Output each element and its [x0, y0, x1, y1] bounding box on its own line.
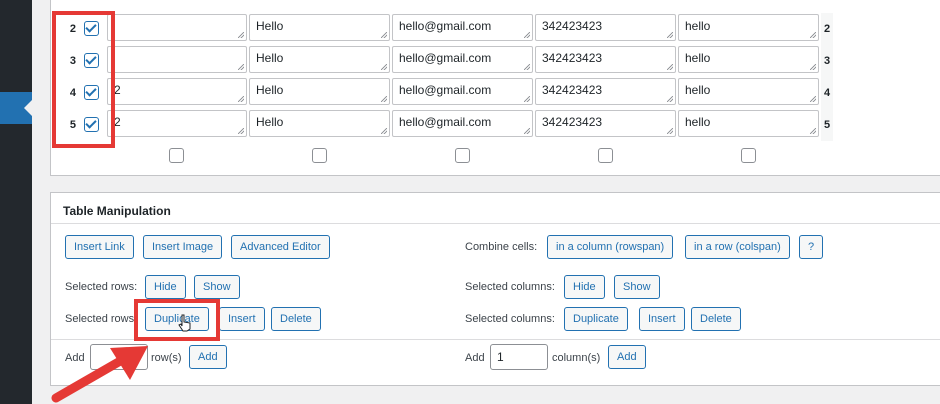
table-row: 2 Hello hello@gmail.com 342423423 hello … [51, 13, 940, 45]
table-editor: 2 Hello hello@gmail.com 342423423 hello … [50, 0, 940, 176]
table-cell[interactable]: Hello [249, 110, 390, 137]
table-cell[interactable]: Hello [249, 14, 390, 41]
table-cell[interactable] [107, 46, 247, 73]
panel-title: Table Manipulation [63, 204, 171, 218]
table-row: 3 Hello hello@gmail.com 342423423 hello … [51, 45, 940, 77]
add-rows-button[interactable]: Add [189, 345, 227, 369]
row-number-right: 2 [821, 13, 833, 45]
sidebar-active-arrow [24, 100, 32, 116]
table-cell[interactable]: 342423423 [535, 46, 676, 73]
highlight-selected-rows [52, 11, 115, 148]
combine-rowspan-button[interactable]: in a column (rowspan) [547, 235, 674, 259]
table-manipulation-panel: Table Manipulation Insert Link Insert Im… [50, 192, 940, 386]
row-number-right: 3 [821, 45, 833, 77]
combine-cells-label: Combine cells: [465, 241, 538, 253]
advanced-editor-button[interactable]: Advanced Editor [231, 235, 330, 259]
table-cell[interactable]: hello@gmail.com [392, 46, 533, 73]
column-select-checkbox[interactable] [169, 148, 184, 163]
admin-sidebar [0, 0, 32, 404]
hide-rows-button[interactable]: Hide [145, 275, 186, 299]
hide-columns-button[interactable]: Hide [564, 275, 605, 299]
table-cell[interactable]: hello@gmail.com [392, 110, 533, 137]
table-cell[interactable]: 2 [107, 110, 247, 137]
table-cell[interactable]: hello [678, 78, 819, 105]
columns-suffix-label: column(s) [552, 352, 601, 364]
show-columns-button[interactable]: Show [614, 275, 660, 299]
add-columns-label: Add [465, 352, 485, 364]
selected-rows-label: Selected rows: [65, 281, 138, 293]
row-number-right: 4 [821, 77, 833, 109]
combine-colspan-button[interactable]: in a row (colspan) [685, 235, 790, 259]
table-cell[interactable]: Hello [249, 78, 390, 105]
selected-rows-label: Selected rows [65, 313, 135, 325]
table-cell[interactable]: hello@gmail.com [392, 78, 533, 105]
insert-rows-button[interactable]: Insert [219, 307, 265, 331]
insert-link-button[interactable]: Insert Link [65, 235, 134, 259]
highlight-duplicate-button [134, 299, 220, 341]
hand-cursor-icon [178, 314, 191, 332]
table-row: 5 2 Hello hello@gmail.com 342423423 hell… [51, 109, 940, 141]
table-cell[interactable]: hello [678, 14, 819, 41]
table-cell[interactable]: Hello [249, 46, 390, 73]
delete-columns-button[interactable]: Delete [691, 307, 741, 331]
delete-rows-button[interactable]: Delete [271, 307, 321, 331]
table-cell[interactable] [107, 14, 247, 41]
divider [51, 223, 940, 224]
column-select-checkbox[interactable] [598, 148, 613, 163]
add-columns-count-input[interactable]: 1 [490, 344, 548, 370]
column-select-checkbox[interactable] [741, 148, 756, 163]
help-button[interactable]: ? [799, 235, 823, 259]
selected-columns-label: Selected columns: [465, 281, 555, 293]
table-cell[interactable]: hello [678, 110, 819, 137]
row-number-right: 5 [821, 109, 833, 141]
add-columns-button[interactable]: Add [608, 345, 646, 369]
selected-columns-label: Selected columns: [465, 313, 555, 325]
show-rows-button[interactable]: Show [194, 275, 240, 299]
table-row: 4 2 Hello hello@gmail.com 342423423 hell… [51, 77, 940, 109]
annotation-arrow-icon [51, 346, 148, 403]
duplicate-columns-button[interactable]: Duplicate [564, 307, 628, 331]
table-cell[interactable]: 342423423 [535, 14, 676, 41]
table-cell[interactable]: hello@gmail.com [392, 14, 533, 41]
column-select-checkbox[interactable] [455, 148, 470, 163]
insert-columns-button[interactable]: Insert [639, 307, 685, 331]
table-cell[interactable]: 2 [107, 78, 247, 105]
table-cell[interactable]: 342423423 [535, 110, 676, 137]
column-select-checkbox[interactable] [312, 148, 327, 163]
insert-image-button[interactable]: Insert Image [143, 235, 223, 259]
table-cell[interactable]: hello [678, 46, 819, 73]
table-cell[interactable]: 342423423 [535, 78, 676, 105]
